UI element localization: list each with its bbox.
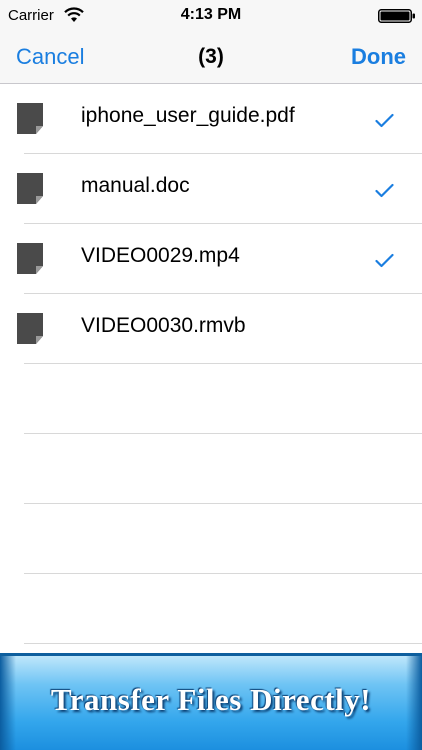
- empty-row: [0, 504, 422, 574]
- document-icon: [17, 313, 43, 344]
- empty-row: [0, 574, 422, 644]
- document-icon: [17, 173, 43, 204]
- empty-row: [0, 364, 422, 434]
- file-name: manual.doc: [81, 174, 190, 197]
- empty-row: [0, 434, 422, 504]
- done-button[interactable]: Done: [351, 44, 406, 70]
- promo-banner[interactable]: Transfer Files Directly!: [0, 653, 422, 750]
- status-time: 4:13 PM: [180, 6, 242, 23]
- file-row[interactable]: iphone_user_guide.pdf: [0, 84, 422, 154]
- document-icon: [17, 103, 43, 134]
- status-bar: Carrier 4:13 PM: [0, 0, 422, 30]
- file-name: VIDEO0029.mp4: [81, 244, 240, 267]
- file-name: VIDEO0030.rmvb: [81, 314, 246, 337]
- battery-icon: [378, 9, 415, 23]
- checkmark-icon: [375, 253, 394, 268]
- checkmark-icon: [375, 183, 394, 198]
- file-row[interactable]: manual.doc: [0, 154, 422, 224]
- file-row[interactable]: VIDEO0030.rmvb: [0, 294, 422, 364]
- file-name: iphone_user_guide.pdf: [81, 104, 295, 127]
- nav-bar: Cancel (3) Done: [0, 30, 422, 84]
- document-icon: [17, 243, 43, 274]
- checkmark-icon: [375, 113, 394, 128]
- file-list: iphone_user_guide.pdf manual.doc VIDEO00…: [0, 84, 422, 644]
- file-row[interactable]: VIDEO0029.mp4: [0, 224, 422, 294]
- banner-text: Transfer Files Directly!: [50, 682, 372, 717]
